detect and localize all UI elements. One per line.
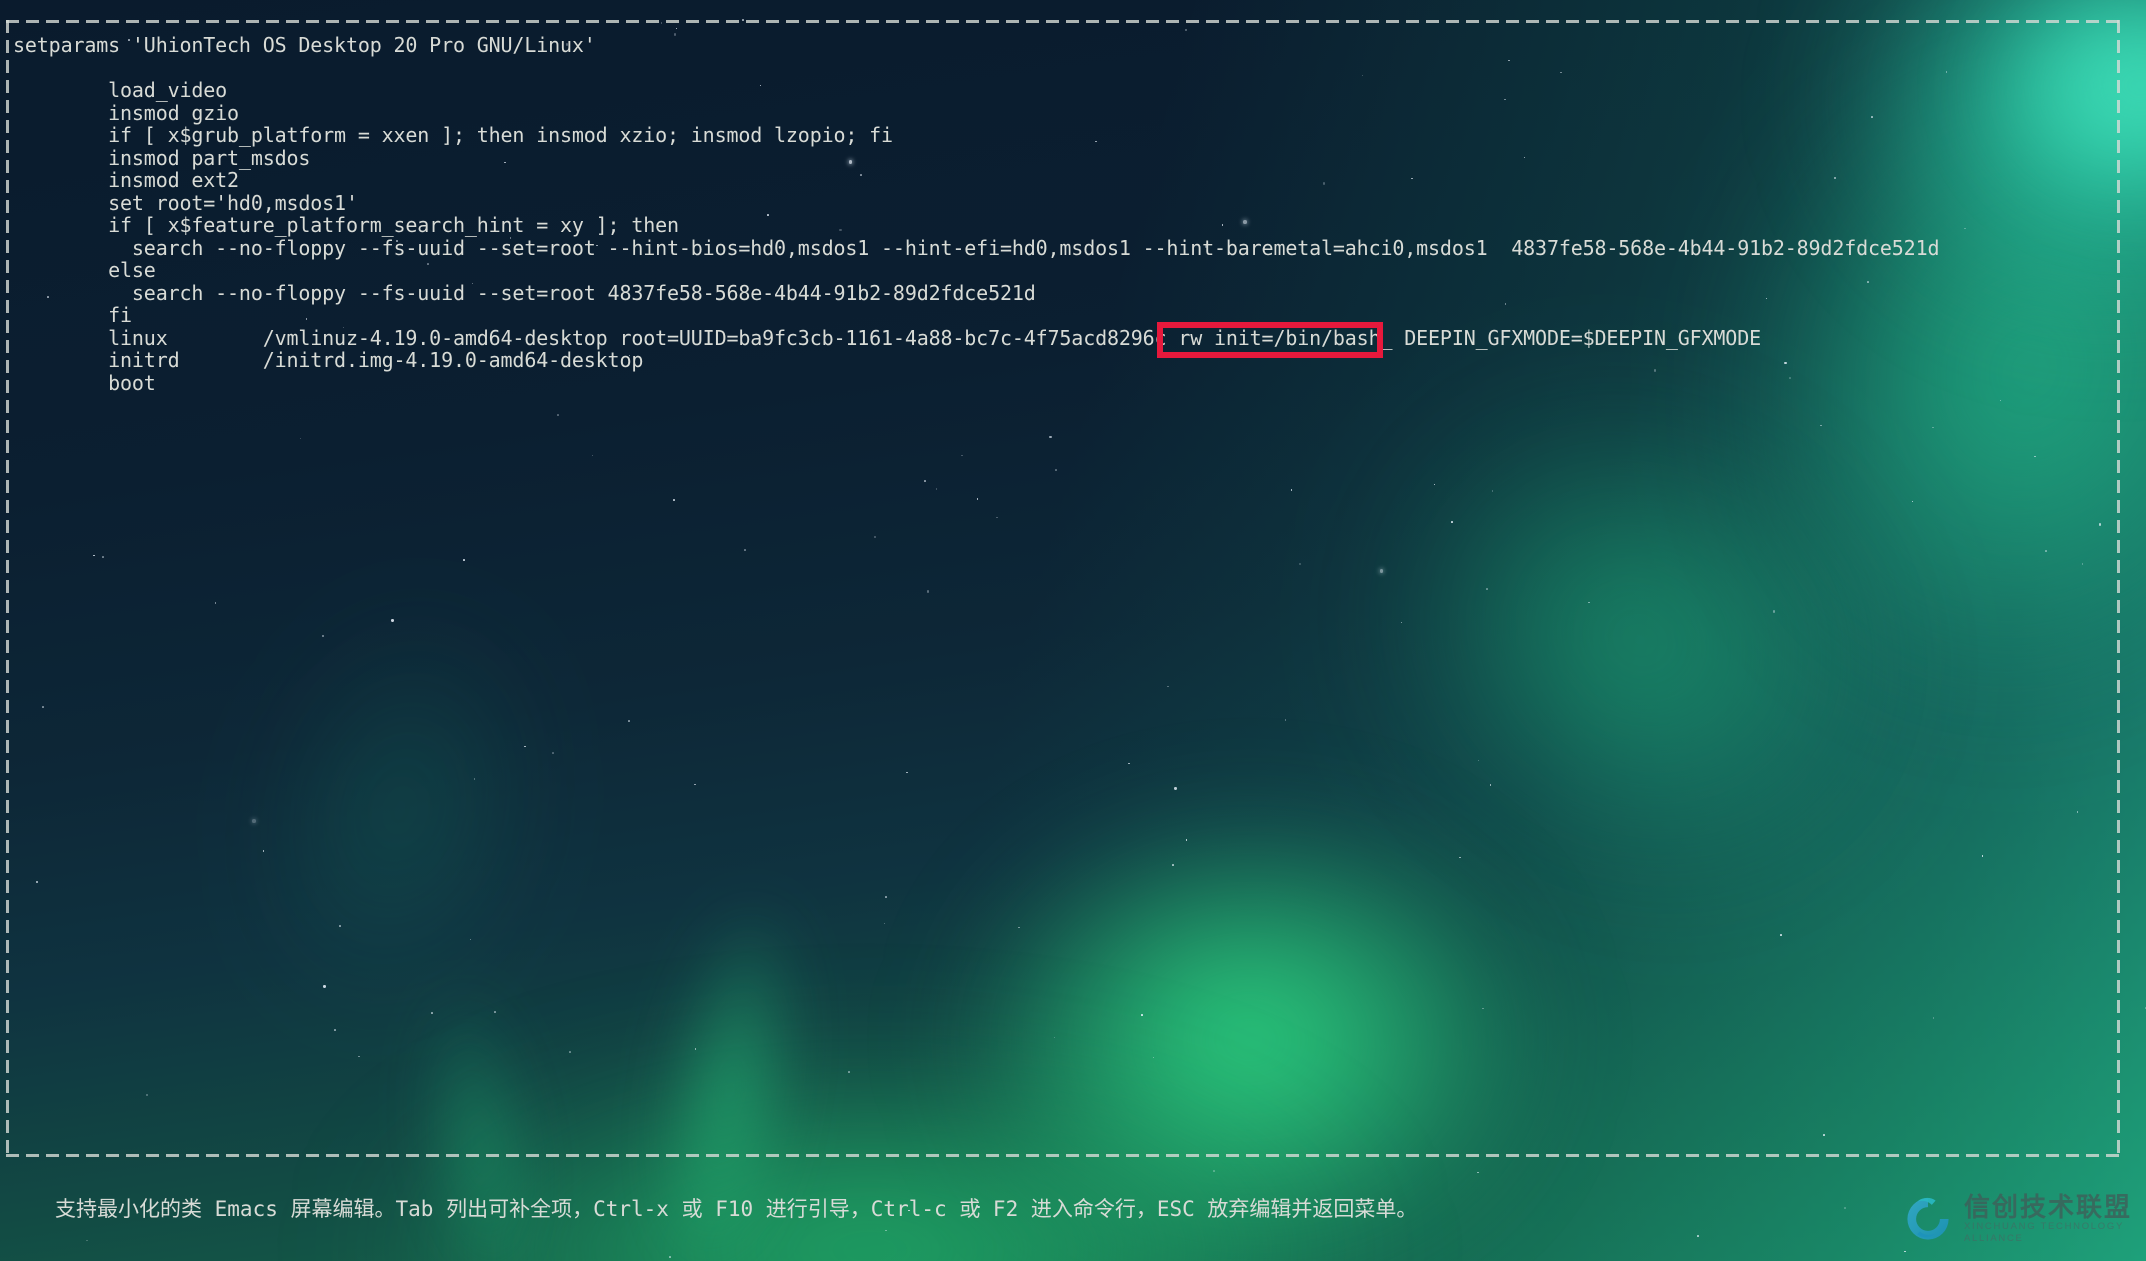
- watermark-subtitle: XINCHUANG TECHNOLOGY ALLIANCE: [1964, 1221, 2146, 1245]
- aurora-pillar: [600, 819, 859, 1261]
- editor-line: setparams 'UhionTech OS Desktop 20 Pro G…: [13, 34, 2113, 57]
- editor-line: linux /vmlinuz-4.19.0-amd64-desktop root…: [13, 327, 2113, 350]
- watermark: 信创技术联盟 XINCHUANG TECHNOLOGY ALLIANCE: [1902, 1193, 2146, 1245]
- editor-line: [13, 57, 2113, 80]
- editor-line: search --no-floppy --fs-uuid --set=root …: [13, 282, 2113, 305]
- init-bash-highlight-box: [1157, 322, 1383, 358]
- editor-border-top: [6, 20, 2119, 23]
- xinchuang-logo-icon: [1902, 1193, 1954, 1245]
- editor-line: insmod gzio: [13, 102, 2113, 125]
- editor-border-left: [6, 20, 9, 1155]
- aurora-faint-band-left: [170, 507, 631, 1113]
- editor-line: search --no-floppy --fs-uuid --set=root …: [13, 237, 2113, 260]
- editor-line: fi: [13, 304, 2113, 327]
- editor-line: if [ x$grub_platform = xxen ]; then insm…: [13, 124, 2113, 147]
- editor-line: set root='hd0,msdos1': [13, 192, 2113, 215]
- watermark-title: 信创技术联盟: [1964, 1193, 2146, 1221]
- editor-line: insmod part_msdos: [13, 147, 2113, 170]
- editor-line: load_video: [13, 79, 2113, 102]
- editor-line: if [ x$feature_platform_search_hint = xy…: [13, 214, 2113, 237]
- watermark-text: 信创技术联盟 XINCHUANG TECHNOLOGY ALLIANCE: [1964, 1193, 2146, 1245]
- help-bar-text: 支持最小化的类 Emacs 屏幕编辑。Tab 列出可补全项，Ctrl-x 或 F…: [55, 1196, 1855, 1222]
- editor-border-bottom: [6, 1154, 2119, 1157]
- editor-border-right: [2117, 20, 2120, 1155]
- editor-line: insmod ext2: [13, 169, 2113, 192]
- editor-text-area[interactable]: setparams 'UhionTech OS Desktop 20 Pro G…: [13, 34, 2113, 394]
- editor-line: else: [13, 259, 2113, 282]
- editor-line: boot: [13, 372, 2113, 395]
- editor-line: initrd /initrd.img-4.19.0-amd64-desktop: [13, 349, 2113, 372]
- grub-edit-screen: setparams 'UhionTech OS Desktop 20 Pro G…: [0, 0, 2146, 1261]
- aurora-core-bottom: [840, 720, 1660, 1261]
